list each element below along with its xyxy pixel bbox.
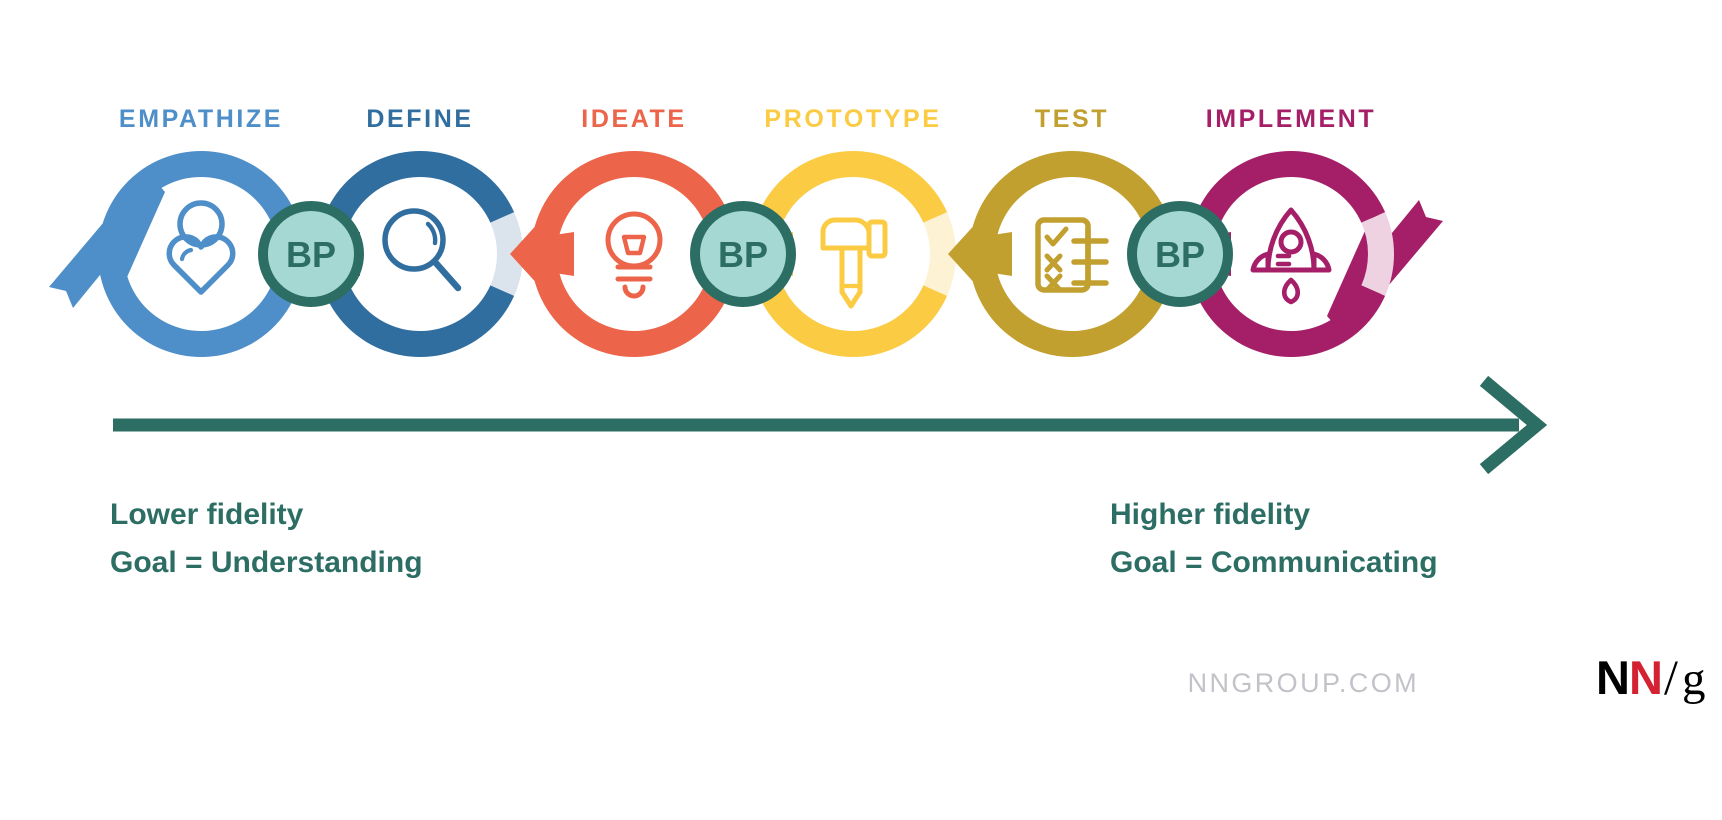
goal-communicating-label: Goal = Communicating	[1110, 546, 1438, 579]
annotation-left: Lower fidelity Goal = Understanding	[110, 498, 423, 579]
ring-arrowhead-icon	[510, 210, 574, 298]
branding: NNGROUP.COM N N / g	[1188, 649, 1706, 705]
annotation-right: Higher fidelity Goal = Communicating	[1110, 498, 1438, 579]
rocket-icon	[1253, 210, 1329, 302]
goal-understanding-label: Goal = Understanding	[110, 546, 423, 579]
arrow-shaft	[113, 418, 1519, 432]
checklist-icon	[1038, 220, 1106, 290]
bp-badge-label: BP	[718, 234, 768, 275]
stage-label-define: DEFINE	[366, 105, 473, 133]
stage-label-empathize: EMPATHIZE	[119, 105, 283, 133]
diagram-canvas: BP BP BP EMPATHIZE DEFINE IDEATE PROTOTYPE TES…	[0, 0, 1722, 820]
logo-letter-n-black: N	[1596, 651, 1630, 704]
stage-label-test: TEST	[1035, 105, 1109, 133]
higher-fidelity-label: Higher fidelity	[1110, 498, 1310, 531]
ring-arrowhead-icon	[948, 210, 1012, 298]
lower-fidelity-label: Lower fidelity	[110, 498, 304, 531]
bp-badge[interactable]: BP	[258, 201, 364, 307]
logo-letter-g: g	[1682, 653, 1706, 705]
bp-badge[interactable]: BP	[1127, 201, 1233, 307]
nngroup-url: NNGROUP.COM	[1188, 668, 1419, 698]
logo-letter-n-red: N	[1629, 651, 1663, 704]
fidelity-arrow	[113, 375, 1548, 475]
stage-label-implement: IMPLEMENT	[1206, 105, 1377, 133]
bp-badge-label: BP	[1155, 234, 1205, 275]
bp-badge[interactable]: BP	[690, 201, 796, 307]
stage-labels-layer: EMPATHIZE DEFINE IDEATE PROTOTYPE TEST IMPLEM…	[119, 105, 1377, 133]
hammer-pencil-icon	[823, 220, 885, 306]
lightbulb-icon	[608, 214, 660, 296]
design-thinking-diagram: BP BP BP EMPATHIZE DEFINE IDEATE PROTOTYPE TES…	[49, 105, 1706, 705]
stage-label-prototype: PROTOTYPE	[764, 105, 941, 133]
bp-badge-label: BP	[286, 234, 336, 275]
stage-label-ideate: IDEATE	[581, 105, 686, 133]
person-heart-icon	[169, 203, 233, 292]
logo-slash: /	[1664, 649, 1678, 705]
magnifier-icon	[385, 211, 458, 288]
